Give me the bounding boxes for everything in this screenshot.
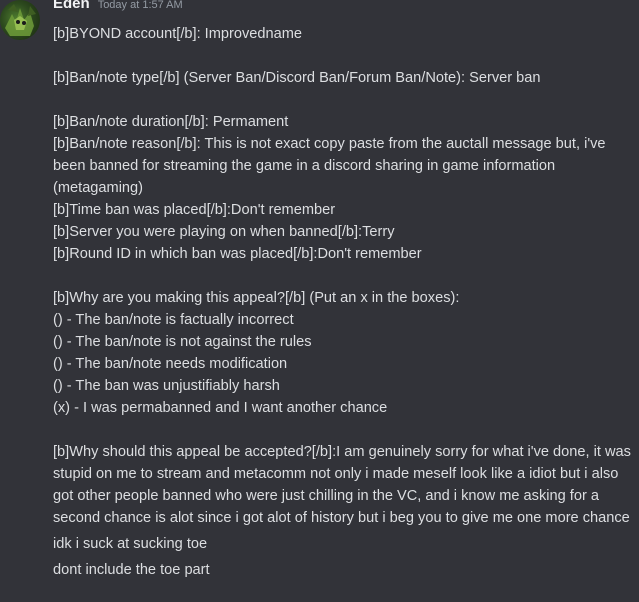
- message-group: [b]BYOND account[/b]: Improvedname [b]Ba…: [53, 23, 635, 581]
- message-content-appeal: [b]BYOND account[/b]: Improvedname [b]Ba…: [53, 26, 631, 526]
- message-header: Eden Today at 1:57 AM: [53, 0, 183, 20]
- user-avatar[interactable]: [0, 0, 40, 40]
- author-username[interactable]: Eden: [53, 0, 90, 12]
- message-timestamp[interactable]: Today at 1:57 AM: [98, 0, 183, 11]
- message-content-followup: idk i suck at sucking toe: [53, 536, 208, 552]
- message-content-followup: dont include the toe part: [53, 562, 210, 578]
- avatar-character-icon: [5, 4, 36, 36]
